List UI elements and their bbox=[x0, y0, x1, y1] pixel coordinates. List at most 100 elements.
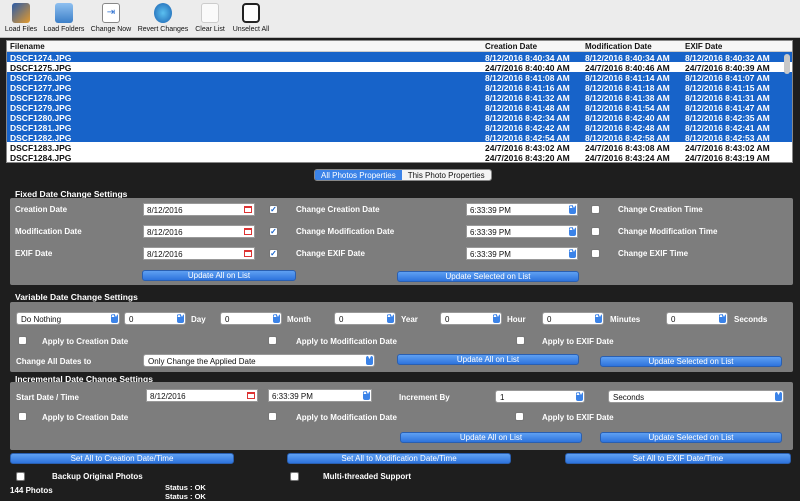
modification-date-field[interactable]: 8/12/2016 bbox=[143, 225, 255, 238]
table-row[interactable]: DSCF1281.JPG 8/12/2016 8:42:42 AM 8/12/201… bbox=[7, 122, 792, 133]
variable-update-all-button[interactable]: Update All on List bbox=[397, 354, 579, 365]
fixed-settings-panel: Creation Date 8/12/2016 ✓ Change Creatio… bbox=[10, 198, 793, 285]
set-all-exif-button[interactable]: Set All to EXIF Date/Time bbox=[565, 453, 791, 464]
backup-original-label: Backup Original Photos bbox=[52, 472, 143, 481]
tab-all-photos-properties[interactable]: All Photos Properties bbox=[315, 170, 402, 180]
fixed-update-selected-button[interactable]: Update Selected on List bbox=[397, 271, 579, 282]
column-header-creation-date[interactable]: Creation Date bbox=[485, 42, 537, 51]
change-modification-date-checkbox[interactable]: ✓ bbox=[269, 227, 278, 236]
table-row[interactable]: DSCF1283.JPG 24/7/2016 8:43:02 AM 24/7/201… bbox=[7, 142, 792, 153]
change-creation-time-label: Change Creation Time bbox=[618, 205, 703, 214]
table-row[interactable]: DSCF1284.JPG 24/7/2016 8:43:20 AM 24/7/201… bbox=[7, 152, 792, 162]
stepper-icon[interactable]: ▴▾ bbox=[569, 226, 576, 236]
backup-original-checkbox[interactable] bbox=[16, 472, 25, 481]
tab-this-photo-properties[interactable]: This Photo Properties bbox=[401, 170, 491, 180]
table-row[interactable]: DSCF1275.JPG 24/7/2016 8:40:40 AM 24/7/201… bbox=[7, 62, 792, 73]
column-header-modification-date[interactable]: Modification Date bbox=[585, 42, 652, 51]
table-row[interactable]: DSCF1280.JPG 8/12/2016 8:42:34 AM 8/12/201… bbox=[7, 112, 792, 123]
stepper-icon[interactable]: ▴▾ bbox=[387, 313, 394, 323]
stepper-icon[interactable]: ▴▾ bbox=[719, 313, 726, 323]
variable-apply-creation-label: Apply to Creation Date bbox=[42, 337, 129, 346]
change-exif-time-checkbox[interactable] bbox=[591, 249, 600, 258]
day-label: Day bbox=[191, 315, 206, 324]
table-row[interactable]: DSCF1278.JPG 8/12/2016 8:41:32 AM 8/12/201… bbox=[7, 92, 792, 103]
incremental-apply-exif-checkbox[interactable] bbox=[515, 412, 524, 421]
table-row[interactable]: DSCF1282.JPG 8/12/2016 8:42:54 AM 8/12/201… bbox=[7, 132, 792, 143]
incremental-settings-panel: Start Date / Time 8/12/2016 6:33:39 PM ▴▾… bbox=[10, 382, 793, 450]
incremental-apply-modification-checkbox[interactable] bbox=[268, 412, 277, 421]
calendar-icon bbox=[247, 392, 255, 399]
seconds-stepper[interactable]: 0 ▴▾ bbox=[666, 312, 728, 325]
stepper-icon[interactable]: ▴▾ bbox=[177, 313, 184, 323]
change-creation-time-checkbox[interactable] bbox=[591, 205, 600, 214]
properties-tabs: All Photos Properties This Photo Propert… bbox=[314, 169, 492, 181]
change-modification-time-checkbox[interactable] bbox=[591, 227, 600, 236]
variable-mode-select[interactable]: Do Nothing ▴▾ bbox=[16, 312, 120, 325]
calendar-arrow-icon: ⇥ bbox=[102, 3, 120, 23]
change-all-dates-select[interactable]: Only Change the Applied Date ▾ bbox=[143, 354, 375, 367]
variable-settings-title: Variable Date Change Settings bbox=[15, 292, 138, 302]
stepper-icon[interactable]: ▴▾ bbox=[569, 248, 576, 258]
revert-globe-icon bbox=[154, 3, 172, 23]
variable-apply-modification-checkbox[interactable] bbox=[268, 336, 277, 345]
load-folders-button[interactable]: Load Folders bbox=[42, 3, 86, 34]
month-stepper[interactable]: 0 ▴▾ bbox=[220, 312, 282, 325]
variable-update-selected-button[interactable]: Update Selected on List bbox=[600, 356, 782, 367]
exif-date-field[interactable]: 8/12/2016 bbox=[143, 247, 255, 260]
year-label: Year bbox=[401, 315, 418, 324]
folder-icon bbox=[55, 3, 73, 23]
stepper-icon[interactable]: ▴▾ bbox=[273, 313, 280, 323]
incremental-update-all-button[interactable]: Update All on List bbox=[400, 432, 582, 443]
exif-time-field[interactable]: 6:33:39 PM ▴▾ bbox=[466, 247, 578, 260]
start-date-field[interactable]: 8/12/2016 bbox=[146, 389, 258, 402]
variable-apply-exif-checkbox[interactable] bbox=[516, 336, 525, 345]
minutes-label: Minutes bbox=[610, 315, 641, 324]
multithreaded-checkbox[interactable] bbox=[290, 472, 299, 481]
stepper-icon[interactable]: ▴▾ bbox=[569, 204, 576, 214]
table-row[interactable]: DSCF1276.JPG 8/12/2016 8:41:08 AM 8/12/201… bbox=[7, 72, 792, 83]
creation-date-field[interactable]: 8/12/2016 bbox=[143, 203, 255, 216]
start-date-time-label: Start Date / Time bbox=[16, 393, 79, 402]
stepper-icon[interactable]: ▴▾ bbox=[595, 313, 602, 323]
year-stepper[interactable]: 0 ▴▾ bbox=[334, 312, 396, 325]
change-exif-date-checkbox[interactable]: ✓ bbox=[269, 249, 278, 258]
exif-date-label: EXIF Date bbox=[15, 249, 53, 258]
change-creation-date-label: Change Creation Date bbox=[296, 205, 380, 214]
stepper-icon[interactable]: ▴▾ bbox=[576, 391, 583, 401]
toolbar: Load Files Load Folders ⇥ Change Now Rev… bbox=[0, 0, 800, 38]
modification-time-field[interactable]: 6:33:39 PM ▴▾ bbox=[466, 225, 578, 238]
file-table[interactable]: Filename Creation Date Modification Date… bbox=[6, 40, 793, 163]
creation-time-field[interactable]: 6:33:39 PM ▴▾ bbox=[466, 203, 578, 216]
set-all-modification-button[interactable]: Set All to Modification Date/Time bbox=[287, 453, 511, 464]
hour-stepper[interactable]: 0 ▴▾ bbox=[440, 312, 502, 325]
increment-value-stepper[interactable]: 1 ▴▾ bbox=[495, 390, 585, 403]
increment-unit-select[interactable]: Seconds ▾ bbox=[608, 390, 784, 403]
change-modification-time-label: Change Modification Time bbox=[618, 227, 718, 236]
stepper-icon[interactable]: ▴▾ bbox=[493, 313, 500, 323]
change-now-button[interactable]: ⇥ Change Now bbox=[89, 3, 133, 34]
unselect-all-button[interactable]: Unselect All bbox=[230, 3, 272, 34]
minutes-stepper[interactable]: 0 ▴▾ bbox=[542, 312, 604, 325]
column-header-filename[interactable]: Filename bbox=[10, 42, 45, 51]
table-row[interactable]: DSCF1279.JPG 8/12/2016 8:41:48 AM 8/12/201… bbox=[7, 102, 792, 113]
variable-apply-creation-checkbox[interactable] bbox=[18, 336, 27, 345]
table-row[interactable]: DSCF1274.JPG 8/12/2016 8:40:34 AM 8/12/201… bbox=[7, 52, 792, 63]
set-all-creation-button[interactable]: Set All to Creation Date/Time bbox=[10, 453, 234, 464]
change-creation-date-checkbox[interactable]: ✓ bbox=[269, 205, 278, 214]
start-time-field[interactable]: 6:33:39 PM ▴▾ bbox=[268, 389, 372, 402]
column-header-exif-date[interactable]: EXIF Date bbox=[685, 42, 722, 51]
table-scrollbar[interactable] bbox=[784, 54, 790, 74]
dropdown-arrows-icon: ▴▾ bbox=[111, 313, 118, 323]
revert-changes-button[interactable]: Revert Changes bbox=[136, 3, 190, 34]
incremental-update-selected-button[interactable]: Update Selected on List bbox=[600, 432, 782, 443]
fixed-update-all-button[interactable]: Update All on List bbox=[142, 270, 296, 281]
table-row[interactable]: DSCF1277.JPG 8/12/2016 8:41:16 AM 8/12/201… bbox=[7, 82, 792, 93]
table-body: DSCF1274.JPG 8/12/2016 8:40:34 AM 8/12/201… bbox=[7, 52, 792, 162]
clear-list-button[interactable]: Clear List bbox=[193, 3, 227, 34]
stepper-icon[interactable]: ▴▾ bbox=[363, 390, 370, 400]
month-label: Month bbox=[287, 315, 311, 324]
calendar-icon bbox=[244, 228, 252, 235]
day-stepper[interactable]: 0 ▴▾ bbox=[124, 312, 186, 325]
incremental-apply-creation-checkbox[interactable] bbox=[18, 412, 27, 421]
load-files-button[interactable]: Load Files bbox=[4, 3, 38, 34]
